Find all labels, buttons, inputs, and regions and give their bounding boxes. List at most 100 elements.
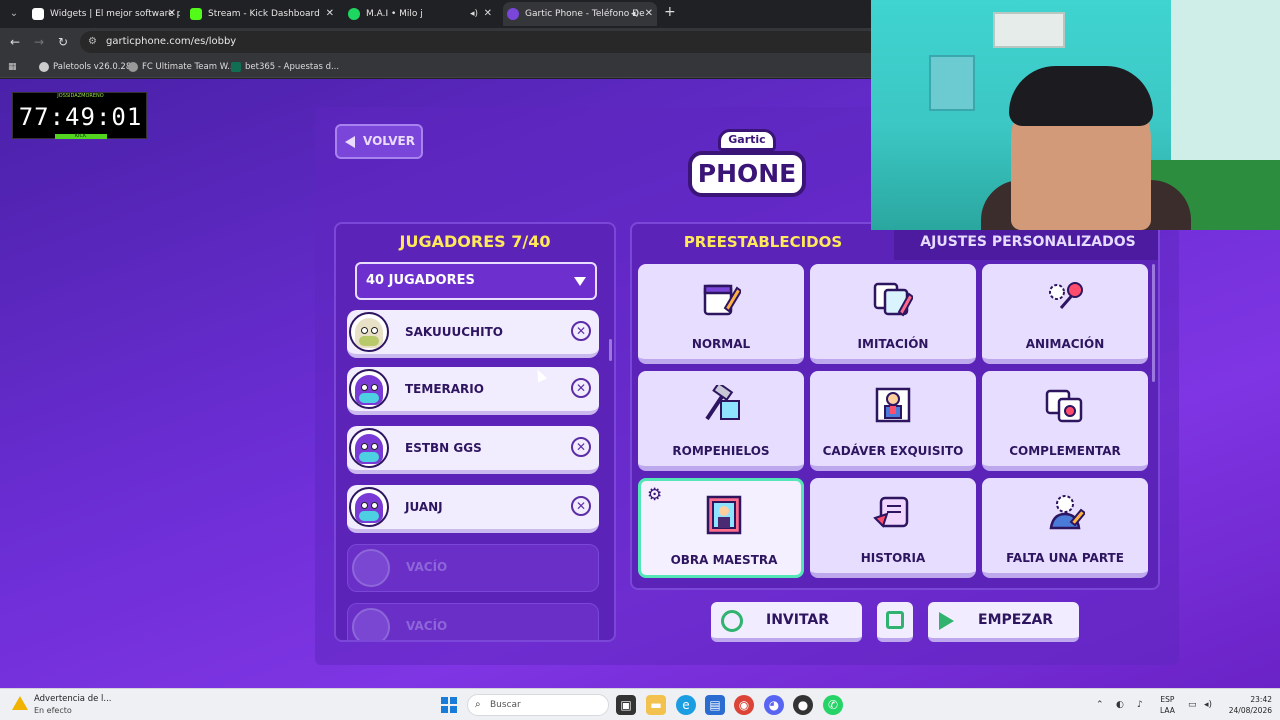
mode-label: OBRA MAESTRA	[670, 553, 778, 567]
story-scroll-icon	[873, 496, 909, 528]
speaker-icon[interactable]: ◂)	[470, 2, 478, 26]
empty-avatar-icon	[352, 549, 390, 587]
bookmark-item[interactable]: FC Ultimate Team W...	[128, 56, 235, 78]
notice-title[interactable]: Advertencia de l...	[34, 694, 112, 704]
tray-app-icon[interactable]: ◐	[1116, 689, 1124, 720]
mode-tile-animation[interactable]: ANIMACIÓN	[982, 264, 1148, 364]
tray-chevron-up-icon[interactable]: ⌃	[1096, 689, 1104, 720]
widgets-favicon-icon	[32, 8, 44, 20]
browser-tab-active[interactable]: Gartic Phone - Teléfono De ◂) ✕	[503, 2, 657, 26]
bookmark-item[interactable]: Paletools v26.0.28	[39, 56, 131, 78]
mode-tile-story[interactable]: HISTORIA	[810, 478, 976, 578]
missing-piece-icon	[1049, 495, 1085, 530]
complement-cards-icon	[1045, 389, 1083, 423]
start-button[interactable]: EMPEZAR	[928, 602, 1079, 642]
notepad-pencil-icon	[703, 284, 741, 316]
browser-tab[interactable]: M.A.I • Milo j ◂) ✕	[344, 2, 496, 26]
site-info-icon[interactable]: ⚙	[88, 35, 102, 49]
globe-icon	[128, 62, 138, 72]
animation-pin-icon	[1049, 282, 1083, 309]
speaker-icon[interactable]: ◂)	[631, 2, 639, 26]
reload-icon[interactable]: ↻	[55, 34, 71, 50]
edge-browser-icon[interactable]: e	[676, 695, 696, 715]
kick-player-icon[interactable]: ✕	[571, 496, 591, 516]
empty-slot: VACÍO	[347, 544, 599, 592]
forward-arrow-icon[interactable]: →	[31, 34, 47, 50]
player-row: SAKUUUCHITO ✕	[347, 310, 599, 358]
volume-icon[interactable]: ◂)	[1204, 689, 1212, 720]
browser-tab[interactable]: Widgets | El mejor software pa ✕	[28, 2, 180, 26]
mode-label: IMITACIÓN	[857, 337, 929, 351]
task-view-icon[interactable]: ▣	[616, 695, 636, 715]
avatar	[349, 428, 389, 468]
store-icon[interactable]: ▤	[705, 695, 725, 715]
invite-button[interactable]: INVITAR	[711, 602, 862, 642]
bookmark-label: Paletools v26.0.28	[53, 62, 132, 72]
file-explorer-icon[interactable]: ▬	[646, 695, 666, 715]
webcam-overlay	[871, 0, 1280, 230]
player-row: TEMERARIO ✕	[347, 367, 599, 415]
player-limit-value: 40 JUGADORES	[366, 273, 475, 288]
player-name: SAKUUUCHITO	[405, 325, 503, 339]
mode-tile-masterpiece[interactable]: ⚙ OBRA MAESTRA	[638, 478, 804, 578]
qr-code-icon	[886, 611, 904, 629]
keyboard-layout: LAA	[1160, 706, 1175, 715]
search-icon: ⌕	[475, 699, 481, 710]
url-text[interactable]: garticphone.com/es/lobby	[106, 31, 236, 53]
app-icon[interactable]: ●	[793, 695, 813, 715]
kick-player-icon[interactable]: ✕	[571, 321, 591, 341]
close-tab-icon[interactable]: ✕	[168, 2, 176, 26]
taskbar-search-input[interactable]: ⌕ Buscar	[467, 694, 609, 716]
dropdown-caret-icon	[574, 277, 586, 286]
mode-tile-imitation[interactable]: IMITACIÓN	[810, 264, 976, 364]
windows-taskbar: Advertencia de l... En efecto ⌕ Buscar ▣…	[0, 688, 1280, 720]
player-limit-select[interactable]: 40 JUGADORES	[355, 262, 597, 300]
player-name: TEMERARIO	[405, 382, 484, 396]
player-row: JUANJ ✕	[347, 485, 599, 533]
tab-title: Stream - Kick Dashboard	[208, 9, 320, 19]
browser-tab[interactable]: Stream - Kick Dashboard ✕	[186, 2, 338, 26]
mode-tile-normal[interactable]: NORMAL	[638, 264, 804, 364]
back-arrow-icon[interactable]: ←	[7, 34, 23, 50]
close-tab-icon[interactable]: ✕	[484, 2, 492, 26]
link-icon	[721, 610, 743, 632]
players-scrollbar[interactable]	[609, 339, 612, 361]
network-icon[interactable]: ▭	[1188, 689, 1197, 720]
system-clock[interactable]: 23:42 24/08/2026	[1222, 694, 1272, 716]
bookmark-item[interactable]: bet365 - Apuestas d...	[231, 56, 339, 78]
back-button[interactable]: VOLVER	[335, 124, 423, 159]
tab-search-chevron-icon[interactable]: ⌄	[6, 6, 22, 22]
whatsapp-icon[interactable]: ✆	[823, 695, 843, 715]
mode-label: NORMAL	[691, 337, 751, 351]
back-button-label: VOLVER	[363, 134, 415, 148]
close-tab-icon[interactable]: ✕	[645, 2, 653, 26]
mode-settings-gear-icon[interactable]: ⚙	[647, 485, 662, 505]
microphone-icon[interactable]: ♪	[1137, 689, 1143, 720]
mode-label: ANIMACIÓN	[1025, 337, 1105, 351]
language-indicator[interactable]: ESP LAA	[1160, 694, 1175, 716]
windows-start-icon[interactable]	[441, 697, 457, 713]
tab-presets[interactable]: PREESTABLECIDOS	[632, 224, 894, 260]
address-bar[interactable]: ⚙ garticphone.com/es/lobby	[80, 31, 880, 53]
kick-player-icon[interactable]: ✕	[571, 378, 591, 398]
qr-code-button[interactable]	[877, 602, 913, 642]
avatar	[349, 369, 389, 409]
warning-triangle-icon[interactable]	[12, 696, 28, 712]
player-row: ESTBN GGS ✕	[347, 426, 599, 474]
discord-icon[interactable]: ◕	[764, 695, 784, 715]
new-tab-plus-icon[interactable]: +	[664, 4, 676, 20]
masterpiece-portrait-icon	[706, 495, 742, 535]
mode-tile-exquisite-corpse[interactable]: CADÁVER EXQUISITO	[810, 371, 976, 471]
chrome-icon[interactable]: ◉	[734, 695, 754, 715]
mode-tile-icebreaker[interactable]: ROMPEHIELOS	[638, 371, 804, 471]
language-code: ESP	[1160, 695, 1175, 704]
mode-tile-missing-part[interactable]: FALTA UNA PARTE	[982, 478, 1148, 578]
player-name: ESTBN GGS	[405, 441, 482, 455]
invite-label: INVITAR	[766, 612, 830, 628]
bet365-icon	[231, 62, 241, 72]
modes-scrollbar[interactable]	[1152, 264, 1155, 382]
mode-tile-complement[interactable]: COMPLEMENTAR	[982, 371, 1148, 471]
kick-player-icon[interactable]: ✕	[571, 437, 591, 457]
apps-grid-icon[interactable]: ▦	[8, 62, 18, 72]
close-tab-icon[interactable]: ✕	[326, 2, 334, 26]
